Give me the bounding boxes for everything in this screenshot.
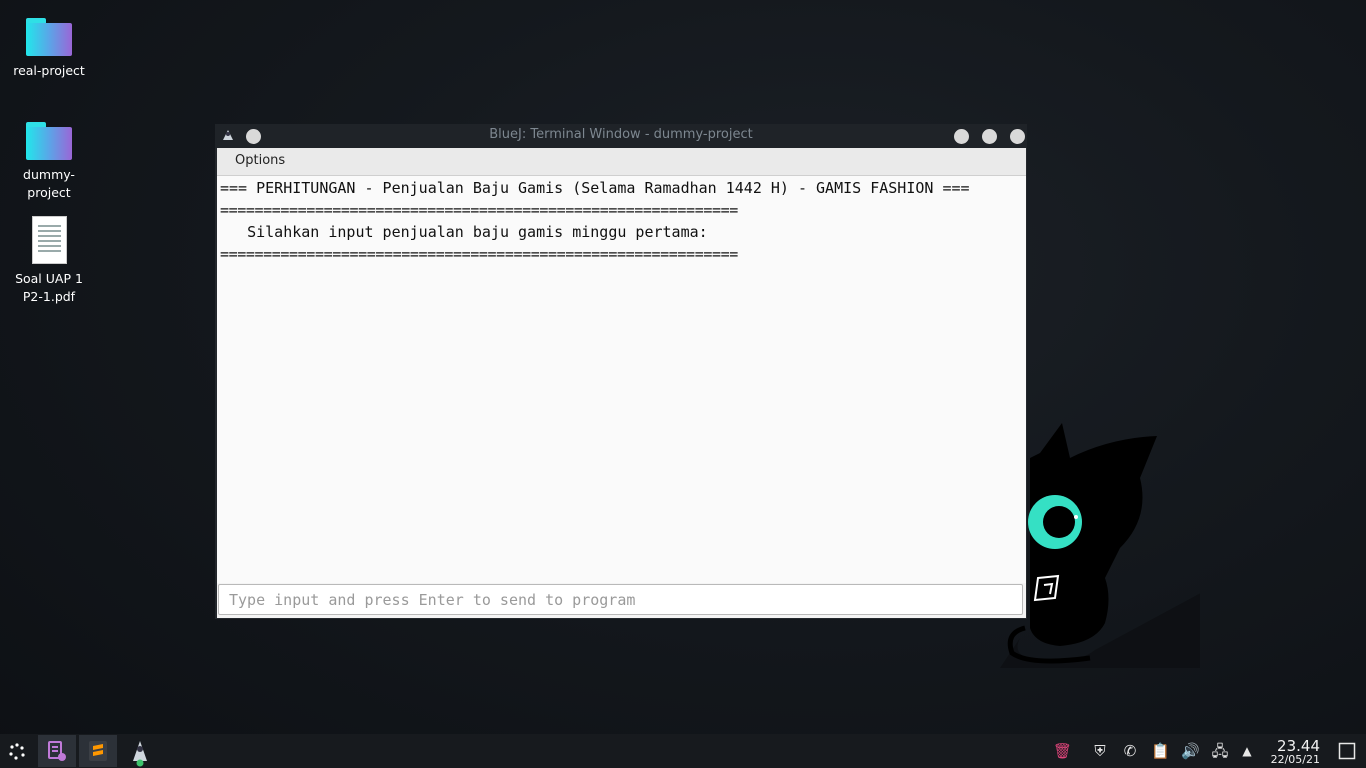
trash-icon[interactable]: 🗑 [1053, 742, 1072, 760]
output-line: ========================================… [220, 201, 738, 219]
options-menu[interactable]: Options [235, 153, 285, 168]
folder-icon [26, 122, 72, 160]
wallpaper-cat-illustration [1000, 423, 1200, 668]
desktop-icon-label: real-project [13, 63, 85, 78]
window-titlebar[interactable]: BlueJ: Terminal Window - dummy-project [215, 124, 1027, 148]
output-line: ========================================… [220, 245, 738, 263]
folder-icon [26, 18, 72, 56]
network-icon[interactable]: 🖧 [1211, 742, 1229, 760]
output-line: Silahkan input penjualan baju gamis ming… [220, 223, 708, 241]
maximize-button[interactable] [982, 129, 997, 144]
desktop-icon-label: Soal UAP 1 P2-1.pdf [15, 271, 83, 304]
task-manager-icon[interactable] [38, 735, 76, 767]
shield-icon[interactable]: ⛨ [1091, 742, 1109, 760]
desktop-icon-pdf[interactable]: Soal UAP 1 P2-1.pdf [1, 216, 97, 306]
minimize-button[interactable] [954, 129, 969, 144]
menu-bar: Options [217, 148, 1026, 176]
whatsapp-icon[interactable]: ✆ [1121, 742, 1139, 760]
terminal-window: BlueJ: Terminal Window - dummy-project O… [215, 124, 1027, 619]
volume-icon[interactable]: 🔊 [1181, 742, 1200, 760]
show-hidden-icons-arrow-icon[interactable]: ▲ [1238, 742, 1256, 760]
output-line: === PERHITUNGAN - Penjualan Baju Gamis (… [220, 179, 970, 197]
clock-date[interactable]: 22/05/21 [1271, 753, 1320, 766]
bluej-taskbar-icon[interactable] [121, 735, 159, 767]
taskbar: 🗑 ⛨ ✆ 📋 🔊 🖧 ▲ [0, 734, 1366, 768]
desktop-icon-label: dummy- project [23, 167, 75, 200]
show-desktop-icon[interactable] [1338, 742, 1356, 760]
clipboard-icon[interactable]: 📋 [1151, 742, 1170, 760]
close-button[interactable] [1010, 129, 1025, 144]
application-launcher-icon[interactable] [0, 735, 34, 767]
input-bar [217, 583, 1026, 618]
desktop-icon-dummy-project[interactable]: dummy- project [1, 122, 97, 202]
window-title: BlueJ: Terminal Window - dummy-project [489, 127, 753, 142]
pdf-file-icon [31, 216, 67, 264]
terminal-output: === PERHITUNGAN - Penjualan Baju Gamis (… [217, 176, 1026, 583]
terminal-input[interactable] [218, 584, 1023, 615]
sublime-text-icon[interactable] [79, 735, 117, 767]
desktop-icon-real-project[interactable]: real-project [1, 18, 97, 80]
